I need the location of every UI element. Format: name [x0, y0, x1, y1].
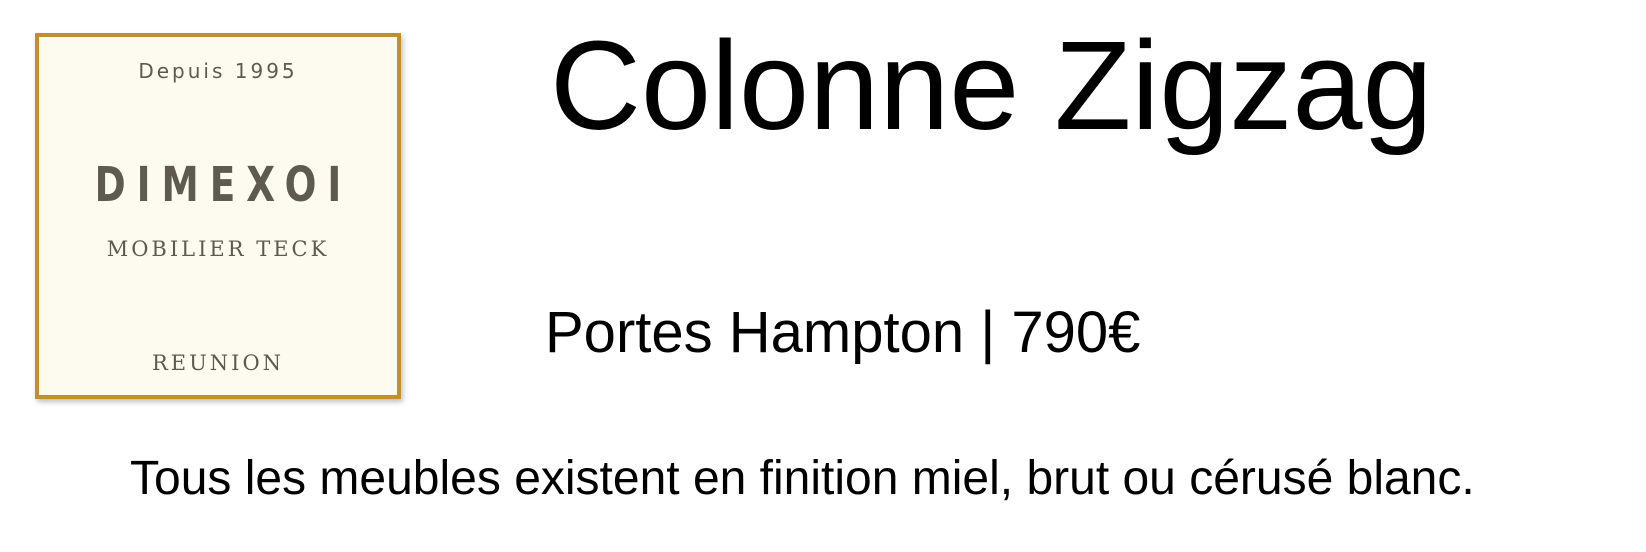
product-subtitle-price: Portes Hampton | 790€: [545, 300, 1141, 365]
logo-since-text: Depuis 1995: [138, 59, 298, 83]
finish-note: Tous les meubles existent en finition mi…: [130, 452, 1475, 505]
brand-logo: Depuis 1995 DIMEXOI MOBILIER TECK REUNIO…: [35, 33, 401, 399]
logo-tagline: MOBILIER TECK: [106, 237, 330, 261]
logo-location: REUNION: [151, 351, 285, 375]
product-title: Colonne Zigzag: [550, 15, 1433, 156]
logo-brand-name: DIMEXOI: [94, 157, 353, 213]
